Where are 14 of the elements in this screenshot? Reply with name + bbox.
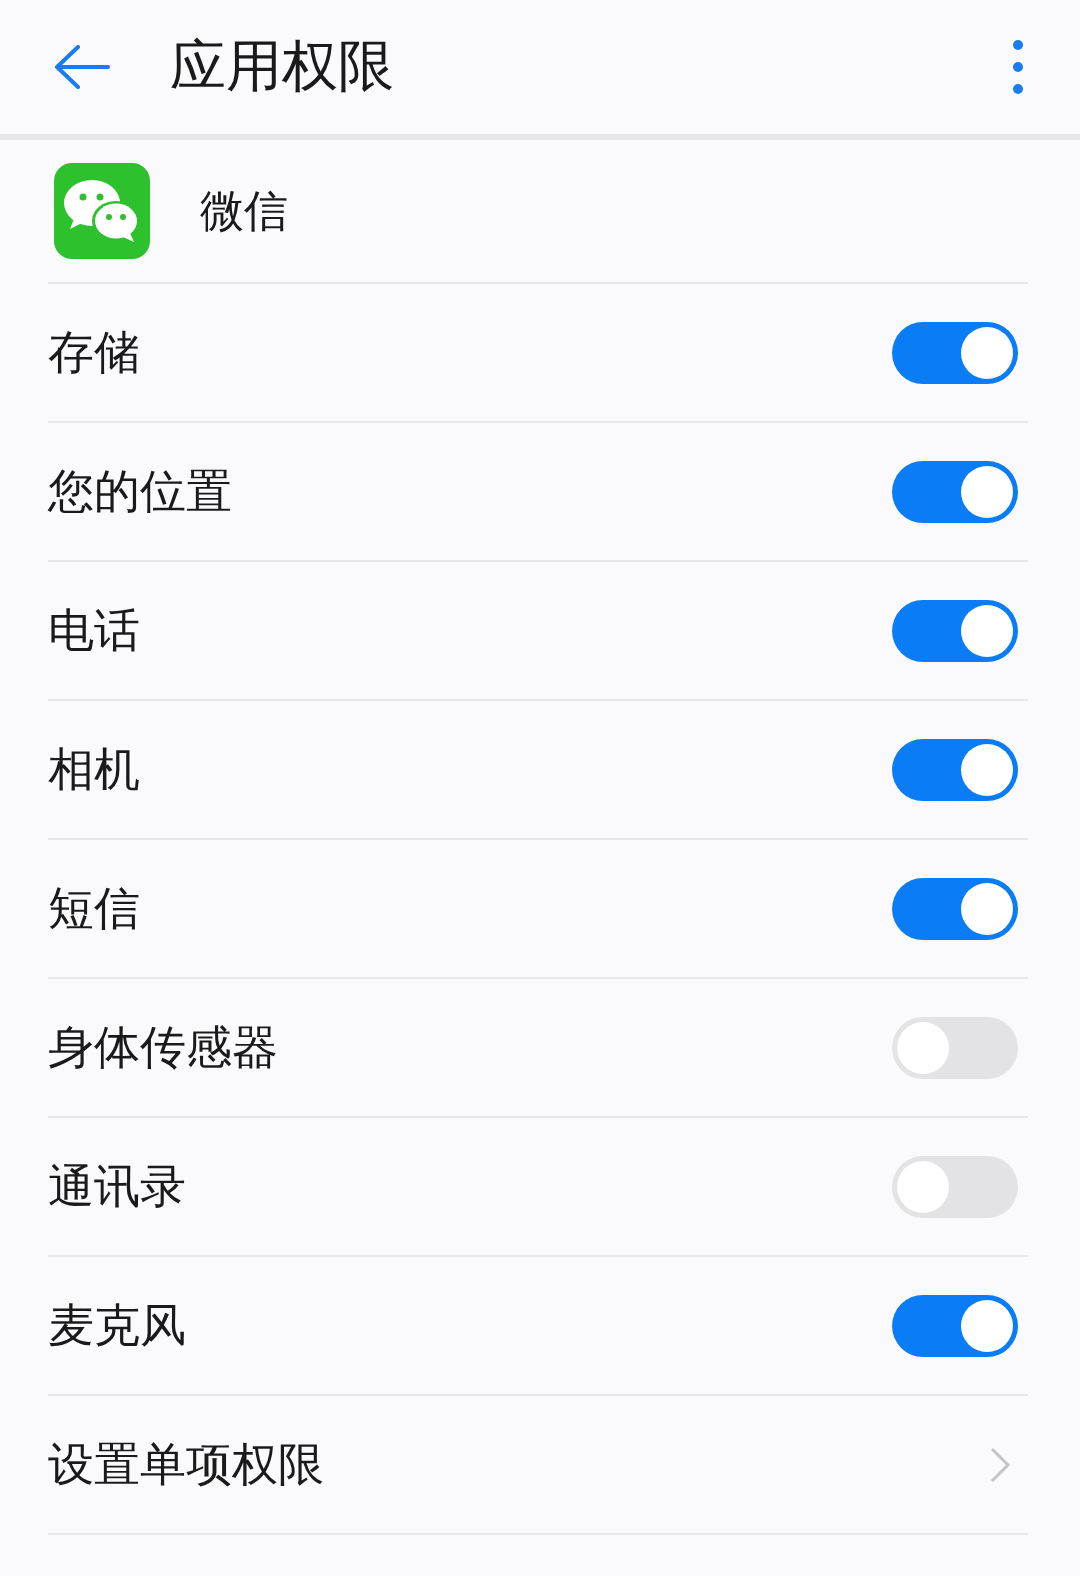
permission-label: 通讯录 (48, 1157, 186, 1215)
permission-label: 设置单项权限 (48, 1435, 324, 1493)
more-options-icon[interactable] (1012, 39, 1024, 95)
page-title: 应用权限 (170, 32, 395, 100)
permission-label: 相机 (48, 740, 140, 798)
permission-label: 身体传感器 (48, 1018, 278, 1076)
permission-label: 存储 (48, 323, 140, 381)
permission-label: 电话 (48, 601, 140, 659)
chat-bubbles-icon (54, 163, 150, 259)
permission-label: 麦克风 (48, 1296, 186, 1354)
permission-label: 短信 (48, 879, 140, 937)
app-name: 微信 (200, 183, 288, 238)
back-arrow-icon[interactable] (54, 45, 110, 89)
permission-label: 您的位置 (48, 462, 232, 520)
